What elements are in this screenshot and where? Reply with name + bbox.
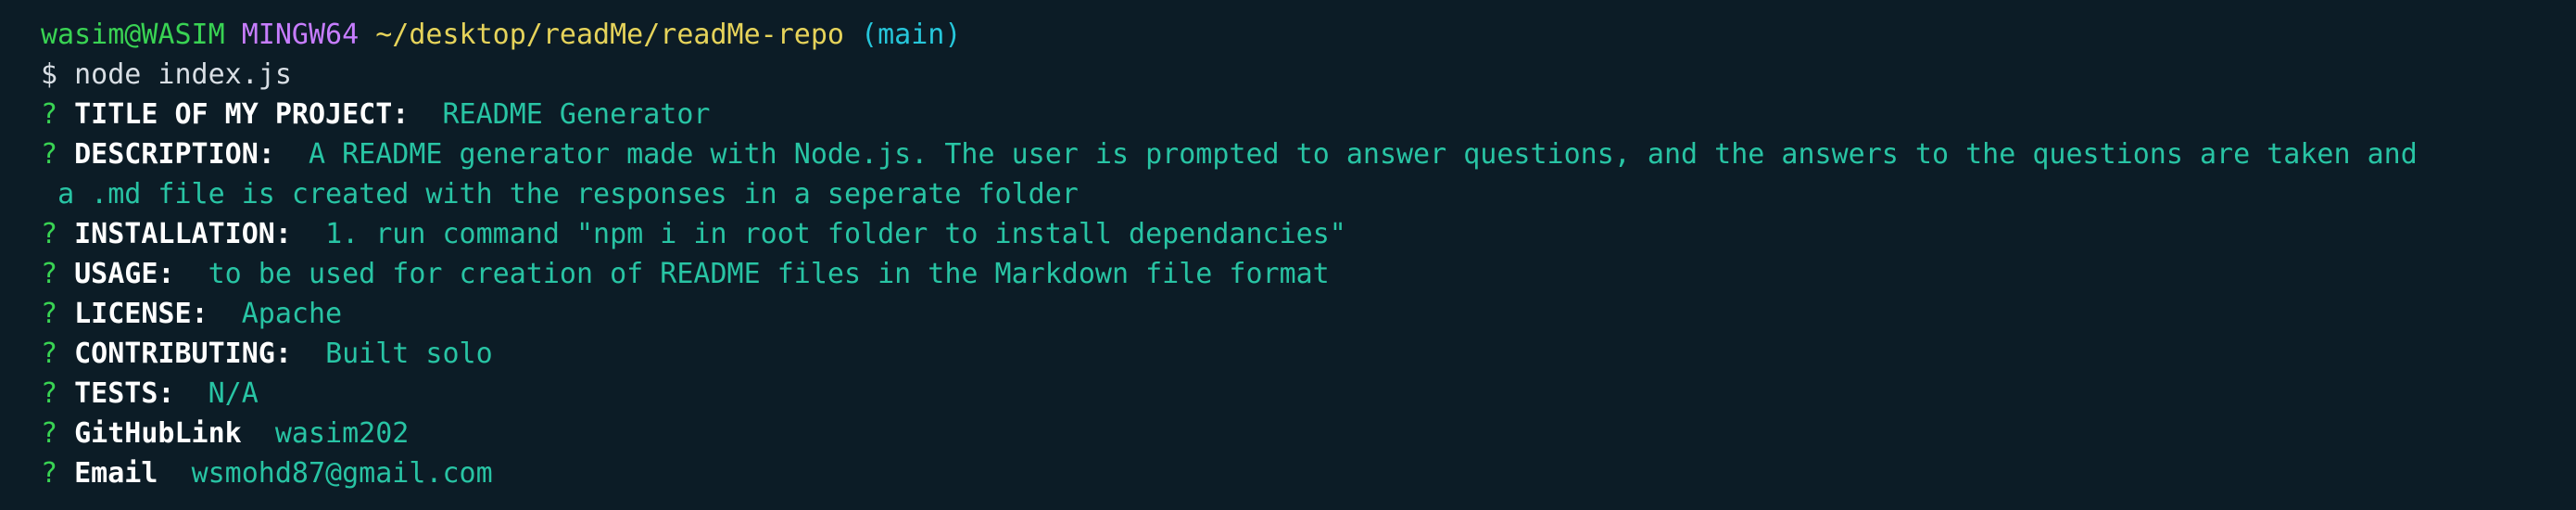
command-text: node index.js [74, 58, 292, 91]
answer-value: README Generator [442, 98, 711, 131]
answer-line-contributing: ? CONTRIBUTING: Built solo [41, 334, 2576, 374]
question-mark: ? [41, 138, 58, 171]
answer-label: DESCRIPTION: [74, 138, 275, 171]
question-mark: ? [41, 218, 58, 250]
answer-line-title: ? TITLE OF MY PROJECT: README Generator [41, 95, 2576, 134]
shell-symbol: $ [41, 58, 58, 91]
git-branch: (main) [861, 19, 962, 51]
command-line: $ node index.js [41, 55, 2576, 95]
answer-value: to be used for creation of README files … [208, 258, 1330, 290]
user-host: wasim@WASIM [41, 19, 225, 51]
question-mark: ? [41, 377, 58, 410]
answer-value: wsmohd87@gmail.com [191, 457, 493, 490]
answer-label: USAGE: [74, 258, 175, 290]
answer-label: CONTRIBUTING: [74, 338, 292, 370]
current-path: ~/desktop/readMe/readMe-repo [375, 19, 844, 51]
answer-line-tests: ? TESTS: N/A [41, 374, 2576, 414]
answer-line-usage: ? USAGE: to be used for creation of READ… [41, 254, 2576, 294]
answer-line-installation: ? INSTALLATION: 1. run command "npm i in… [41, 214, 2576, 254]
answer-value-continuation: a .md file is created with the responses… [57, 178, 1079, 210]
answer-label: LICENSE: [74, 298, 208, 330]
answer-value: Apache [241, 298, 343, 330]
answer-value: Built solo [325, 338, 493, 370]
answer-line-license: ? LICENSE: Apache [41, 294, 2576, 334]
answer-label: Email [74, 457, 158, 490]
question-mark: ? [41, 298, 58, 330]
answer-line-description: ? DESCRIPTION: A README generator made w… [41, 134, 2576, 174]
terminal-window[interactable]: wasim@WASIM MINGW64 ~/desktop/readMe/rea… [0, 0, 2576, 510]
answer-line-description-continued: a .md file is created with the responses… [41, 174, 2576, 214]
answer-line-email: ? Email wsmohd87@gmail.com [41, 453, 2576, 493]
question-mark: ? [41, 258, 58, 290]
question-mark: ? [41, 417, 58, 450]
answer-label: TITLE OF MY PROJECT: [74, 98, 410, 131]
answer-value: wasim202 [274, 417, 410, 450]
question-mark: ? [41, 338, 58, 370]
prompt-line: wasim@WASIM MINGW64 ~/desktop/readMe/rea… [41, 15, 2576, 55]
answer-label: TESTS: [74, 377, 175, 410]
question-mark: ? [41, 457, 58, 490]
answer-value: A README generator made with Node.js. Th… [309, 138, 2418, 171]
question-mark: ? [41, 98, 58, 131]
answer-line-github: ? GitHubLink wasim202 [41, 414, 2576, 453]
answer-value: N/A [208, 377, 259, 410]
answer-value: 1. run command "npm i in root folder to … [325, 218, 1346, 250]
answer-label: INSTALLATION: [74, 218, 292, 250]
answer-label: GitHubLink [74, 417, 242, 450]
system-name: MINGW64 [241, 19, 360, 51]
